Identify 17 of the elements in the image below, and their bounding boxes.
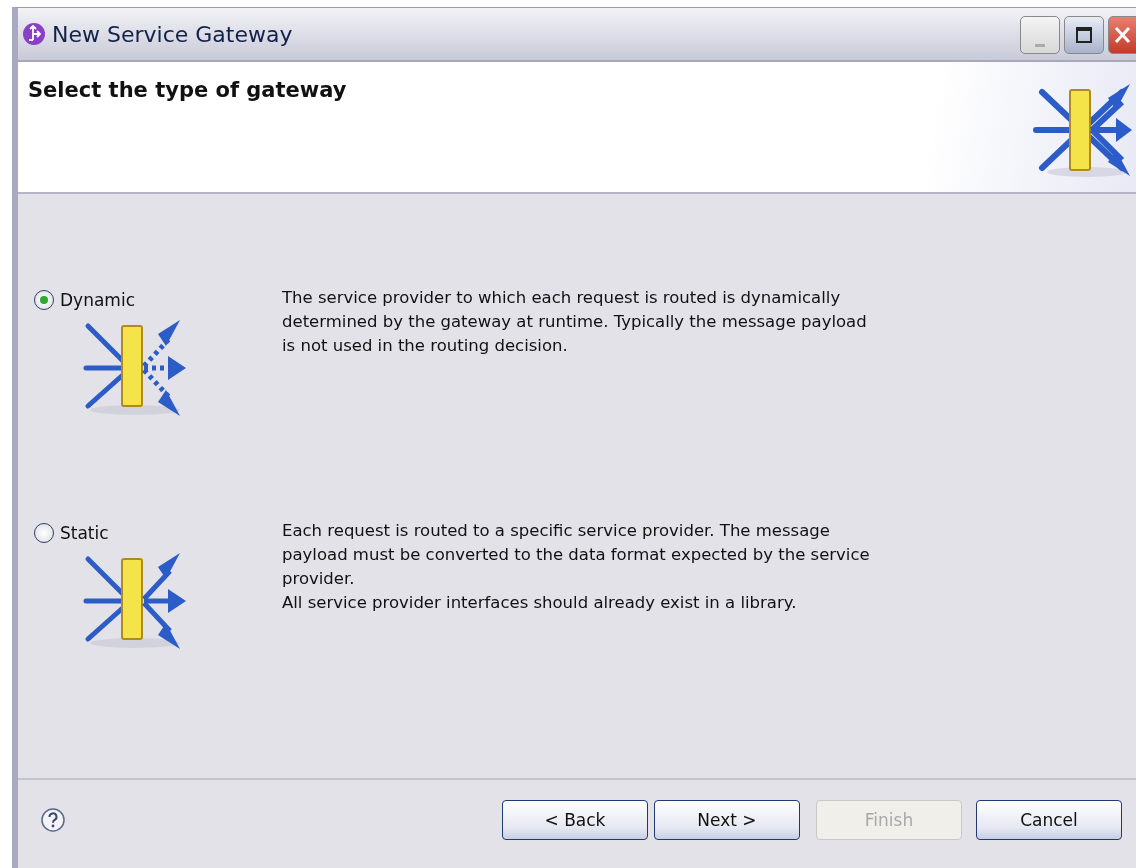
radio-option[interactable]: Dynamic bbox=[34, 290, 135, 310]
help-icon[interactable] bbox=[40, 807, 66, 833]
app-icon bbox=[22, 22, 46, 46]
maximize-icon bbox=[1075, 26, 1093, 44]
window-title: New Service Gateway bbox=[52, 21, 294, 47]
option-description: Each request is routed to a specific service provider. The message payload must be converted to the data format expected by the service provider. bbox=[282, 520, 871, 590]
page-title: Select the type of gateway bbox=[28, 78, 347, 104]
option-description: The service provider to which each request is routed is dynamically determined by the gateway at runtime. Typically the message payload is not used in the routing decision. bbox=[282, 287, 868, 357]
radio-option[interactable]: Static bbox=[34, 523, 109, 543]
close-icon bbox=[1113, 26, 1131, 44]
minimize-icon bbox=[1035, 44, 1045, 47]
wizard-button[interactable]: < Back bbox=[502, 800, 648, 840]
close-button[interactable] bbox=[1108, 16, 1136, 54]
wizard-button[interactable]: Next > bbox=[654, 800, 800, 840]
option-description: All service provider interfaces should already exist in a library. bbox=[282, 592, 798, 614]
wizard-button[interactable]: Cancel bbox=[976, 800, 1122, 840]
maximize-button[interactable] bbox=[1064, 16, 1104, 54]
